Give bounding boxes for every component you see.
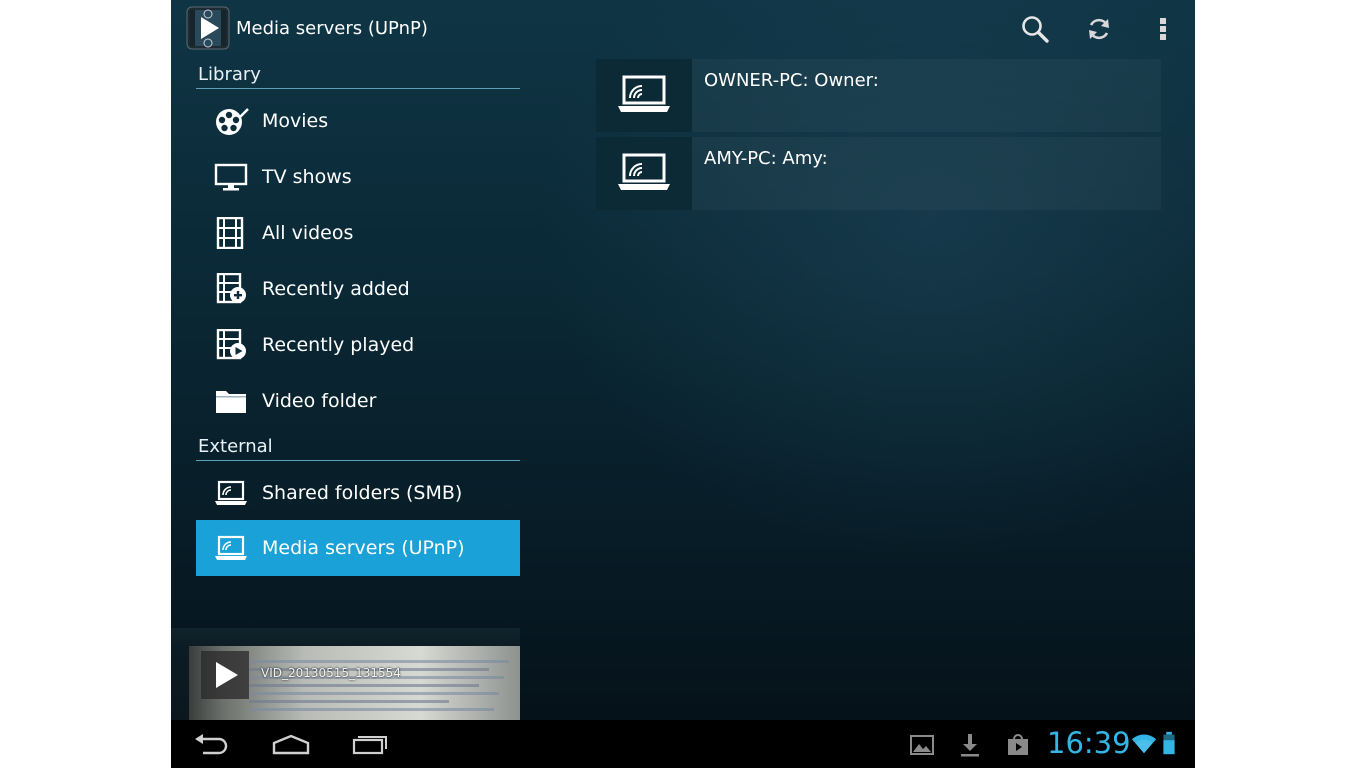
nav-item-label: Video folder xyxy=(262,390,377,412)
play-button[interactable] xyxy=(201,651,249,699)
network-laptop-icon xyxy=(215,480,247,505)
nav-item-media-servers-upnp[interactable]: Media servers (UPnP) xyxy=(196,520,520,576)
nav-item-label: Recently added xyxy=(262,278,410,300)
library-section-header: Library xyxy=(196,60,520,89)
gallery-notification-icon[interactable] xyxy=(909,732,935,758)
server-name: AMY-PC: Amy: xyxy=(704,148,828,169)
nav-item-video-folder[interactable]: Video folder xyxy=(196,373,520,429)
server-name: OWNER-PC: Owner: xyxy=(704,70,879,91)
now-playing-bar[interactable]: VID_20130515_131554 xyxy=(171,628,520,720)
server-icon-tile xyxy=(596,59,692,132)
tv-icon xyxy=(214,163,248,191)
download-notification-icon[interactable] xyxy=(957,732,983,758)
nav-item-label: Shared folders (SMB) xyxy=(262,482,463,504)
refresh-icon xyxy=(1089,18,1109,40)
network-laptop-icon xyxy=(618,75,670,112)
nav-item-movies[interactable]: Movies xyxy=(196,93,520,149)
play-icon xyxy=(216,662,238,688)
list-item-server[interactable]: AMY-PC: Amy: xyxy=(596,137,1161,210)
navigation-drawer: Library Movies TV shows All videos Recen… xyxy=(171,58,520,720)
nav-item-shared-folders-smb[interactable]: Shared folders (SMB) xyxy=(196,465,520,521)
now-playing-filename: VID_20130515_131554 xyxy=(261,666,401,680)
battery-icon xyxy=(1163,731,1175,755)
nav-item-label: Media servers (UPnP) xyxy=(262,537,465,559)
recent-apps-icon xyxy=(352,736,387,755)
film-strip-icon xyxy=(216,217,244,249)
network-laptop-icon xyxy=(618,153,670,190)
app-logo-icon[interactable] xyxy=(186,6,230,50)
list-item-server[interactable]: OWNER-PC: Owner: xyxy=(596,59,1161,132)
thumbnail-image xyxy=(249,660,509,711)
store-notification-icon[interactable] xyxy=(1005,732,1031,758)
network-laptop-icon xyxy=(215,535,247,560)
home-icon xyxy=(272,734,310,755)
recent-apps-button[interactable] xyxy=(339,728,403,760)
search-button[interactable] xyxy=(1015,10,1055,48)
overflow-menu-button[interactable] xyxy=(1143,10,1183,48)
external-section-header: External xyxy=(196,432,520,461)
status-clock: 16:39 xyxy=(1047,726,1131,760)
wifi-icon xyxy=(1131,734,1157,754)
nav-item-label: Movies xyxy=(262,110,329,132)
nav-item-recently-added[interactable]: Recently added xyxy=(196,261,520,317)
home-button[interactable] xyxy=(259,728,323,760)
nav-item-label: Recently played xyxy=(262,334,415,356)
overflow-menu-icon xyxy=(1160,18,1166,40)
page-title: Media servers (UPnP) xyxy=(236,18,428,39)
film-add-icon xyxy=(216,273,246,304)
back-icon xyxy=(195,734,228,755)
server-icon-tile xyxy=(596,137,692,210)
refresh-button[interactable] xyxy=(1079,10,1119,48)
nav-item-tv-shows[interactable]: TV shows xyxy=(196,149,520,205)
nav-item-recently-played[interactable]: Recently played xyxy=(196,317,520,373)
action-bar: Media servers (UPnP) xyxy=(171,0,1195,58)
nav-item-label: All videos xyxy=(262,222,354,244)
nav-item-label: TV shows xyxy=(262,166,352,188)
search-icon xyxy=(1022,16,1049,43)
nav-item-all-videos[interactable]: All videos xyxy=(196,205,520,261)
folder-icon xyxy=(216,391,246,413)
tablet-screen: Media servers (UPnP) Library Movies TV s… xyxy=(171,0,1195,768)
back-button[interactable] xyxy=(179,728,243,760)
system-navigation-bar: 16:39 xyxy=(171,720,1195,768)
movies-reel-icon xyxy=(216,108,249,135)
film-play-icon xyxy=(216,329,246,360)
